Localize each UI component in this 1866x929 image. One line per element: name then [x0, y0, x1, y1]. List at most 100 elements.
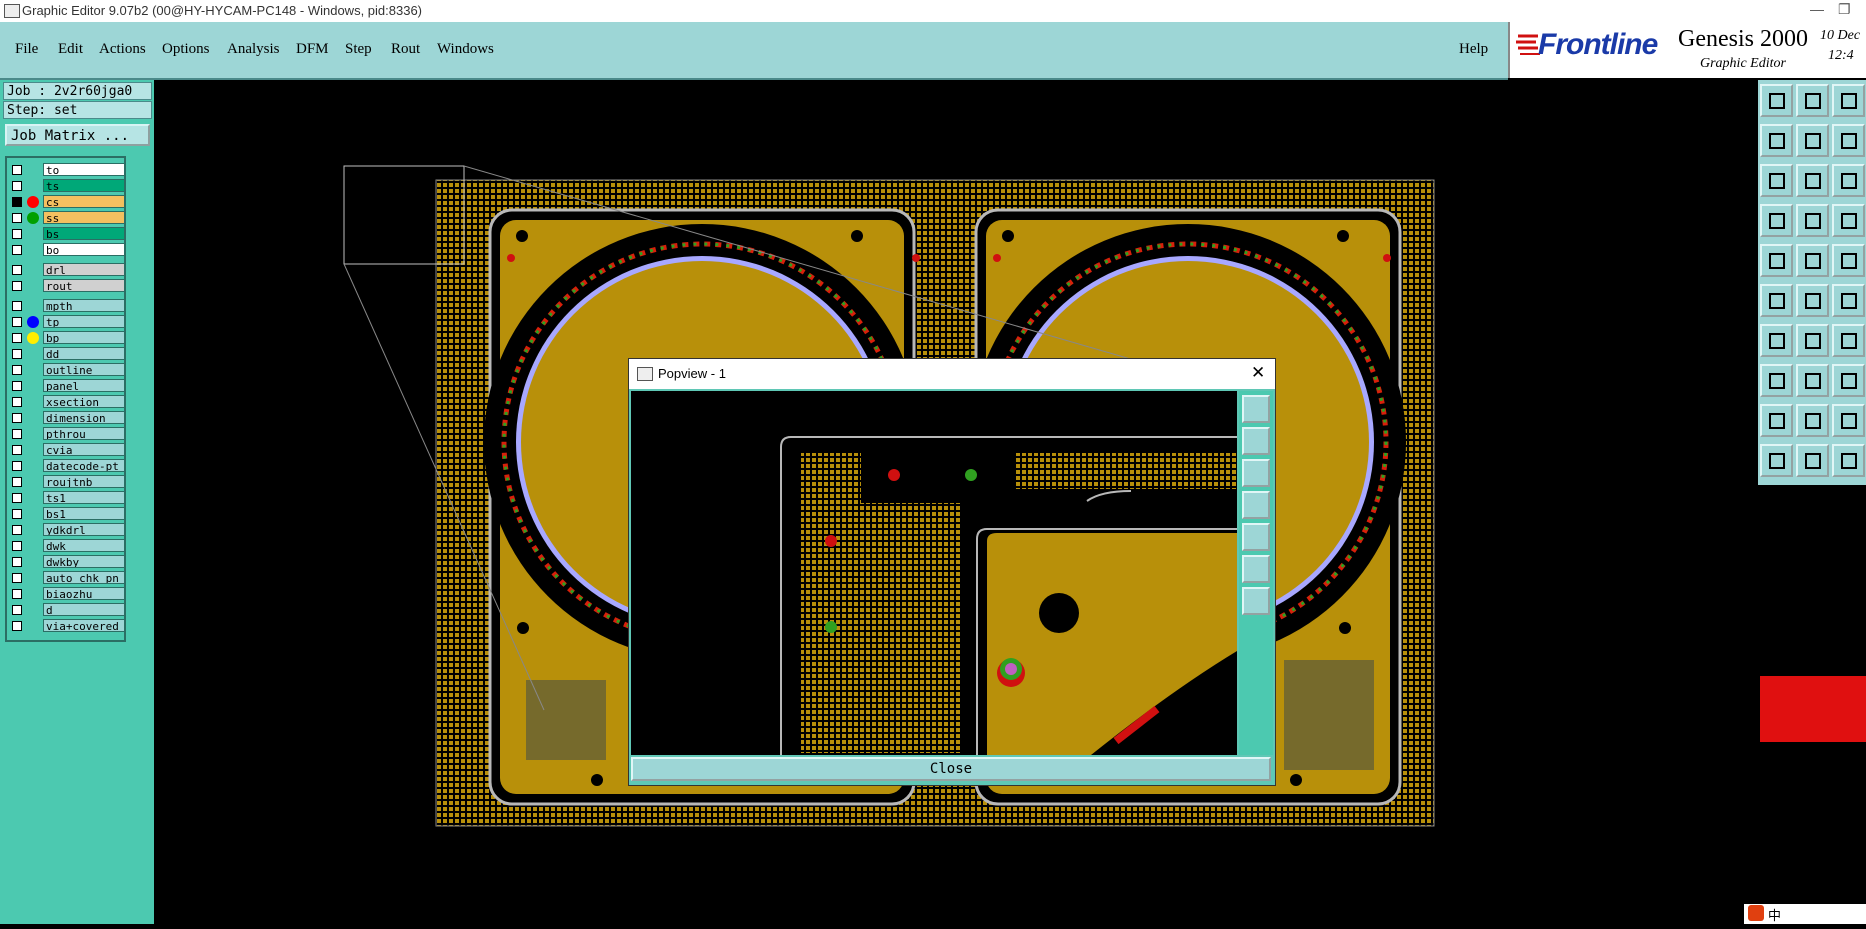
layer-row-ydkdrl[interactable]: ydkdrl — [7, 522, 128, 538]
minus-icon[interactable] — [1796, 364, 1829, 397]
layer-row-ss[interactable]: ss — [7, 210, 128, 226]
layer-name[interactable]: bo — [43, 243, 125, 256]
layer-name[interactable]: ydkdrl — [43, 523, 125, 536]
layer-checkbox[interactable] — [12, 333, 22, 343]
house-icon[interactable] — [1832, 84, 1865, 117]
select-icon[interactable] — [1760, 244, 1793, 277]
layer-checkbox[interactable] — [12, 445, 22, 455]
layer-row-ts1[interactable]: ts1 — [7, 490, 128, 506]
pencil-icon[interactable] — [1760, 324, 1793, 357]
triangle-alt-icon[interactable] — [1796, 404, 1829, 437]
pointer-red-icon[interactable] — [1832, 444, 1865, 477]
layer-name[interactable]: roujtnb — [43, 475, 125, 488]
layer-checkbox[interactable] — [12, 541, 22, 551]
redo-icon[interactable] — [1832, 124, 1865, 157]
layer-name[interactable]: panel — [43, 379, 125, 392]
layer-row-bs[interactable]: bs — [7, 226, 128, 242]
align-icon[interactable] — [1832, 364, 1865, 397]
pan-left-icon[interactable] — [1760, 124, 1793, 157]
layer-checkbox[interactable] — [12, 557, 22, 567]
measure-icon[interactable] — [1832, 204, 1865, 237]
layer-row-biaozhu[interactable]: biaozhu — [7, 586, 128, 602]
layer-name[interactable]: outline — [43, 363, 125, 376]
layer-checkbox[interactable] — [12, 461, 22, 471]
layer-checkbox[interactable] — [12, 365, 22, 375]
layer-row-bs1[interactable]: bs1 — [7, 506, 128, 522]
cross-icon[interactable] — [1796, 284, 1829, 317]
layer-name[interactable]: dd — [43, 347, 125, 360]
menu-dfm[interactable]: DFM — [296, 41, 329, 58]
layer-row-drl[interactable]: drl — [7, 262, 128, 278]
layer-name[interactable]: ts1 — [43, 491, 125, 504]
popview-page-down-icon[interactable] — [1242, 459, 1270, 487]
home-icon[interactable] — [1760, 84, 1793, 117]
layer-checkbox[interactable] — [12, 525, 22, 535]
popview-pan-left-icon[interactable] — [1242, 491, 1270, 519]
pointer-alt-icon[interactable] — [1796, 444, 1829, 477]
layer-name[interactable]: ss — [43, 211, 125, 224]
popview-canvas[interactable] — [631, 391, 1237, 755]
layer-name[interactable]: bs1 — [43, 507, 125, 520]
layer-name[interactable]: datecode-pt — [43, 459, 125, 472]
layer-checkbox[interactable] — [12, 265, 22, 275]
layer-checkbox[interactable] — [12, 245, 22, 255]
layer-row-tp[interactable]: tp — [7, 314, 128, 330]
layer-row-dimension[interactable]: dimension — [7, 410, 128, 426]
layer-checkbox[interactable] — [12, 413, 22, 423]
layer-row-dwk[interactable]: dwk — [7, 538, 128, 554]
layer-row-mpth[interactable]: mpth — [7, 298, 128, 314]
layer-name[interactable]: mpth — [43, 299, 125, 312]
layer-checkbox[interactable] — [12, 213, 22, 223]
layer-name[interactable]: bp — [43, 331, 125, 344]
node-icon[interactable] — [1760, 364, 1793, 397]
layer-checkbox[interactable] — [12, 397, 22, 407]
zoom-in-icon[interactable] — [1796, 84, 1829, 117]
layer-checkbox[interactable] — [12, 181, 22, 191]
layer-checkbox[interactable] — [12, 589, 22, 599]
grid-icon[interactable] — [1796, 204, 1829, 237]
popview-center-icon[interactable] — [1242, 587, 1270, 615]
layer-checkbox[interactable] — [12, 509, 22, 519]
popview-close-icon[interactable]: ✕ — [1251, 363, 1265, 383]
layer-row-cvia[interactable]: cvia — [7, 442, 128, 458]
layer-name[interactable]: cvia — [43, 443, 125, 456]
menu-edit[interactable]: Edit — [58, 41, 83, 58]
layer-row-bp[interactable]: bp — [7, 330, 128, 346]
menu-actions[interactable]: Actions — [99, 41, 146, 58]
menu-help[interactable]: Help — [1459, 41, 1488, 58]
layer-checkbox[interactable] — [12, 229, 22, 239]
layer-row-rout[interactable]: rout — [7, 278, 128, 294]
snap-icon[interactable] — [1760, 284, 1793, 317]
pointer-icon[interactable] — [1760, 444, 1793, 477]
layer-row-to[interactable]: to — [7, 162, 128, 178]
layer-checkbox[interactable] — [12, 429, 22, 439]
layer-checkbox[interactable] — [12, 281, 22, 291]
layer-checkbox[interactable] — [12, 381, 22, 391]
layer-checkbox[interactable] — [12, 317, 22, 327]
arc-icon[interactable] — [1832, 284, 1865, 317]
layer-checkbox[interactable] — [12, 573, 22, 583]
layer-row-datecode-pt[interactable]: datecode-pt — [7, 458, 128, 474]
layer-checkbox[interactable] — [12, 301, 22, 311]
center-icon[interactable] — [1796, 164, 1829, 197]
layer-name[interactable]: xsection — [43, 395, 125, 408]
layer-checkbox[interactable] — [12, 197, 22, 207]
fit-icon[interactable] — [1760, 164, 1793, 197]
layer-checkbox[interactable] — [12, 349, 22, 359]
layer-name[interactable]: via+covered — [43, 619, 125, 632]
layer-row-roujtnb[interactable]: roujtnb — [7, 474, 128, 490]
layer-name[interactable]: drl — [43, 263, 125, 276]
ime-indicator[interactable]: 中 — [1744, 904, 1866, 924]
layer-row-dd[interactable]: dd — [7, 346, 128, 362]
maximize-button[interactable]: ❐ — [1838, 1, 1851, 18]
menu-step[interactable]: Step — [345, 41, 372, 58]
layer-row-outline[interactable]: outline — [7, 362, 128, 378]
job-matrix-button[interactable]: Job Matrix ... — [5, 124, 150, 146]
layer-name[interactable]: bs — [43, 227, 125, 240]
layer-name[interactable]: cs — [43, 195, 125, 208]
angle-icon[interactable] — [1796, 324, 1829, 357]
ruler-icon[interactable] — [1832, 244, 1865, 277]
layer-checkbox[interactable] — [12, 621, 22, 631]
popview-page-up-icon[interactable] — [1242, 427, 1270, 455]
layer-name[interactable]: dimension — [43, 411, 125, 424]
